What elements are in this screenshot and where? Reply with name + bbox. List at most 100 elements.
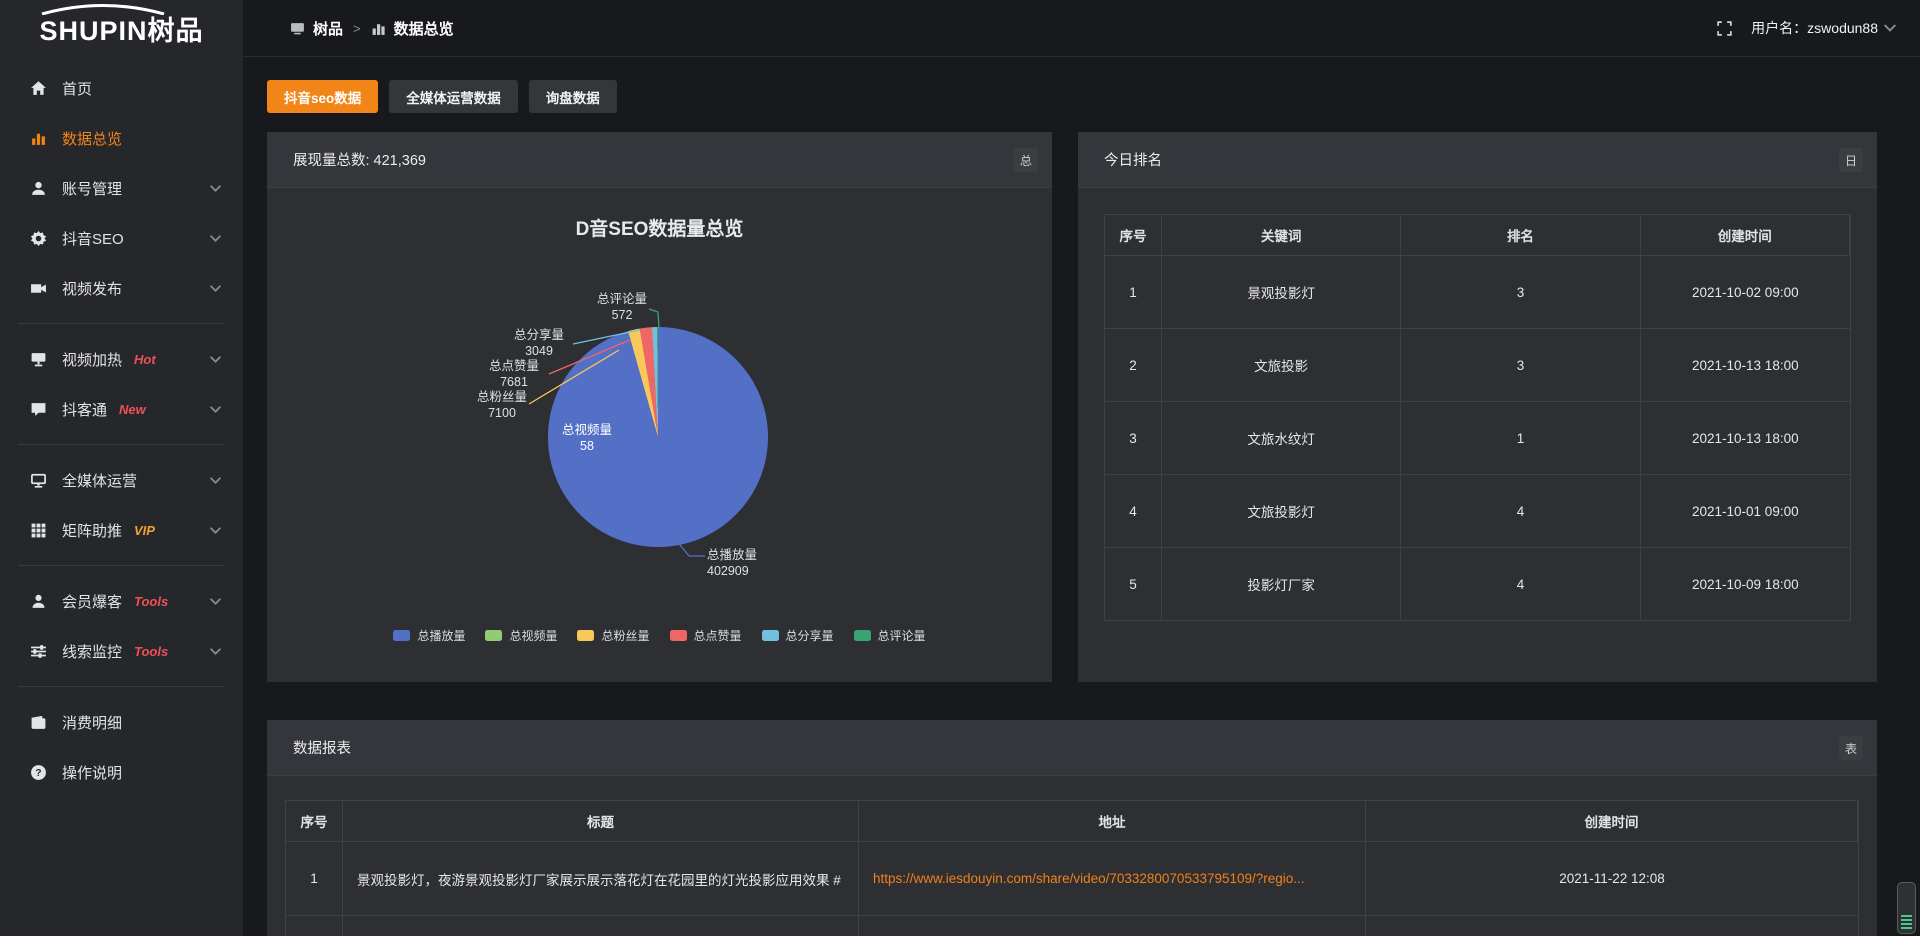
overview-badge[interactable]: 总 (1014, 148, 1038, 172)
breadcrumb-root[interactable]: 树品 (313, 18, 343, 39)
sidebar-item[interactable]: 全媒体运营 (0, 455, 243, 505)
report-title: 数据报表 (293, 737, 351, 758)
sidebar-item[interactable]: 操作说明 (0, 747, 243, 797)
tab[interactable]: 抖音seo数据 (267, 80, 378, 113)
sidebar-item[interactable]: 视频发布 (0, 263, 243, 313)
scroll-widget[interactable] (1897, 882, 1916, 934)
cell-no: 4 (1105, 475, 1162, 548)
sidebar-item-label: 数据总览 (62, 128, 122, 149)
chevron-down-icon (210, 527, 221, 534)
topbar: 树品 > 数据总览 用户名：zswodun88 (243, 0, 1920, 57)
sidebar-item-label: 矩阵助推 (62, 520, 122, 541)
col-header: 序号 (1105, 215, 1162, 256)
sidebar-item-label: 抖音SEO (62, 228, 124, 249)
legend-item[interactable]: 总评论量 (854, 627, 926, 644)
sidebar-item-badge: Tools (134, 594, 168, 609)
cell-no: 2 (1105, 329, 1162, 402)
sidebar-item[interactable]: 消费明细 (0, 697, 243, 747)
breadcrumb-separator: > (353, 21, 361, 36)
overview-card: 展现量总数: 421,369 总 D音SEO数据量总览 总评论量572 总分享量… (267, 132, 1052, 682)
icon-member (30, 593, 47, 610)
chevron-down-icon (1884, 24, 1896, 32)
icon-monitor (30, 472, 47, 489)
cell-no: 5 (1105, 548, 1162, 621)
legend-item[interactable]: 总播放量 (393, 627, 465, 644)
sidebar-item-label: 线索监控 (62, 641, 122, 662)
icon-chart (30, 130, 47, 147)
sidebar-menu: 首页 数据总览 账号管理 抖音SEO (0, 57, 243, 797)
icon-comment (30, 401, 47, 418)
table-row-partial (286, 916, 343, 936)
cell-no: 1 (286, 842, 343, 916)
legend-item[interactable]: 总点赞量 (670, 627, 742, 644)
icon-gear (30, 230, 47, 247)
ranking-title: 今日排名 (1104, 149, 1162, 170)
chevron-down-icon (210, 477, 221, 484)
cell-keyword: 投影灯厂家 (1162, 548, 1401, 621)
cell-time: 2021-10-02 09:00 (1641, 256, 1850, 329)
sidebar-item[interactable]: 矩阵助推 VIP (0, 505, 243, 555)
cell-time: 2021-10-13 18:00 (1641, 402, 1850, 475)
col-header: 排名 (1401, 215, 1640, 256)
overview-title: 展现量总数: 421,369 (293, 149, 426, 170)
app-logo[interactable]: SHUPIN树品 (0, 0, 243, 57)
tab[interactable]: 全媒体运营数据 (389, 80, 518, 113)
sidebar-item[interactable]: 会员爆客 Tools (0, 576, 243, 626)
col-header: 地址 (859, 801, 1366, 842)
sidebar-item[interactable]: 抖音SEO (0, 213, 243, 263)
chevron-down-icon (210, 185, 221, 192)
overview-card-header: 展现量总数: 421,369 总 (267, 132, 1052, 188)
icon-heat (30, 351, 47, 368)
chart-title: D音SEO数据量总览 (267, 214, 1052, 241)
breadcrumb-current: 数据总览 (394, 18, 454, 39)
cell-no: 3 (1105, 402, 1162, 475)
cell-keyword: 文旅水纹灯 (1162, 402, 1401, 475)
cell-time: 2021-10-01 09:00 (1641, 475, 1850, 548)
cell-url-link[interactable]: https://www.iesdouyin.com/share/video/70… (859, 842, 1366, 916)
sidebar-item[interactable]: 视频加热 Hot (0, 334, 243, 384)
col-header: 关键词 (1162, 215, 1401, 256)
ranking-badge[interactable]: 日 (1839, 148, 1863, 172)
legend-item[interactable]: 总分享量 (762, 627, 834, 644)
legend-swatch (762, 630, 779, 641)
topbar-right: 用户名：zswodun88 (1716, 18, 1920, 38)
sidebar-item-label: 操作说明 (62, 762, 122, 783)
pie-label-shares: 总分享量3049 (489, 328, 589, 359)
sidebar-item[interactable]: 数据总览 (0, 113, 243, 163)
cell-no: 1 (1105, 256, 1162, 329)
sidebar-item[interactable]: 首页 (0, 63, 243, 113)
legend-swatch (577, 630, 594, 641)
pie-label-comments: 总评论量572 (572, 292, 672, 323)
cell-keyword: 文旅投影灯 (1162, 475, 1401, 548)
sidebar-item-label: 会员爆客 (62, 591, 122, 612)
legend-item[interactable]: 总粉丝量 (577, 627, 649, 644)
icon-question (30, 764, 47, 781)
sidebar-item[interactable]: 抖客通 New (0, 384, 243, 434)
sidebar-item-badge: New (119, 402, 146, 417)
sidebar-item-label: 全媒体运营 (62, 470, 137, 491)
chevron-down-icon (210, 648, 221, 655)
report-card-header: 数据报表 表 (267, 720, 1877, 776)
sidebar-item-badge: Hot (134, 352, 156, 367)
user-menu[interactable]: 用户名：zswodun88 (1751, 18, 1896, 38)
cell-rank: 3 (1401, 329, 1640, 402)
report-card: 数据报表 表 序号 标题 地址 创建时间 1 景观投影灯，夜游景观投影灯厂家展示… (267, 720, 1877, 936)
sidebar-item[interactable]: 账号管理 (0, 163, 243, 213)
ranking-card: 今日排名 日 序号 关键词 排名 创建时间 1 景观投影灯 3 2021-10-… (1078, 132, 1877, 682)
cell-time: 2021-10-09 18:00 (1641, 548, 1850, 621)
sidebar-item-label: 抖客通 (62, 399, 107, 420)
legend-swatch (393, 630, 410, 641)
icon-wallet (30, 714, 47, 731)
user-label: 用户名：zswodun88 (1751, 18, 1878, 38)
pie-label-likes: 总点赞量7681 (464, 359, 564, 390)
tab[interactable]: 询盘数据 (529, 80, 617, 113)
cell-rank: 4 (1401, 548, 1640, 621)
legend-item[interactable]: 总视频量 (485, 627, 557, 644)
report-badge[interactable]: 表 (1839, 736, 1863, 760)
sidebar-item[interactable]: 线索监控 Tools (0, 626, 243, 676)
chevron-down-icon (210, 406, 221, 413)
chevron-down-icon (210, 598, 221, 605)
fullscreen-icon[interactable] (1716, 20, 1733, 37)
screen-icon (290, 21, 305, 36)
sidebar-item-badge: VIP (134, 523, 155, 538)
